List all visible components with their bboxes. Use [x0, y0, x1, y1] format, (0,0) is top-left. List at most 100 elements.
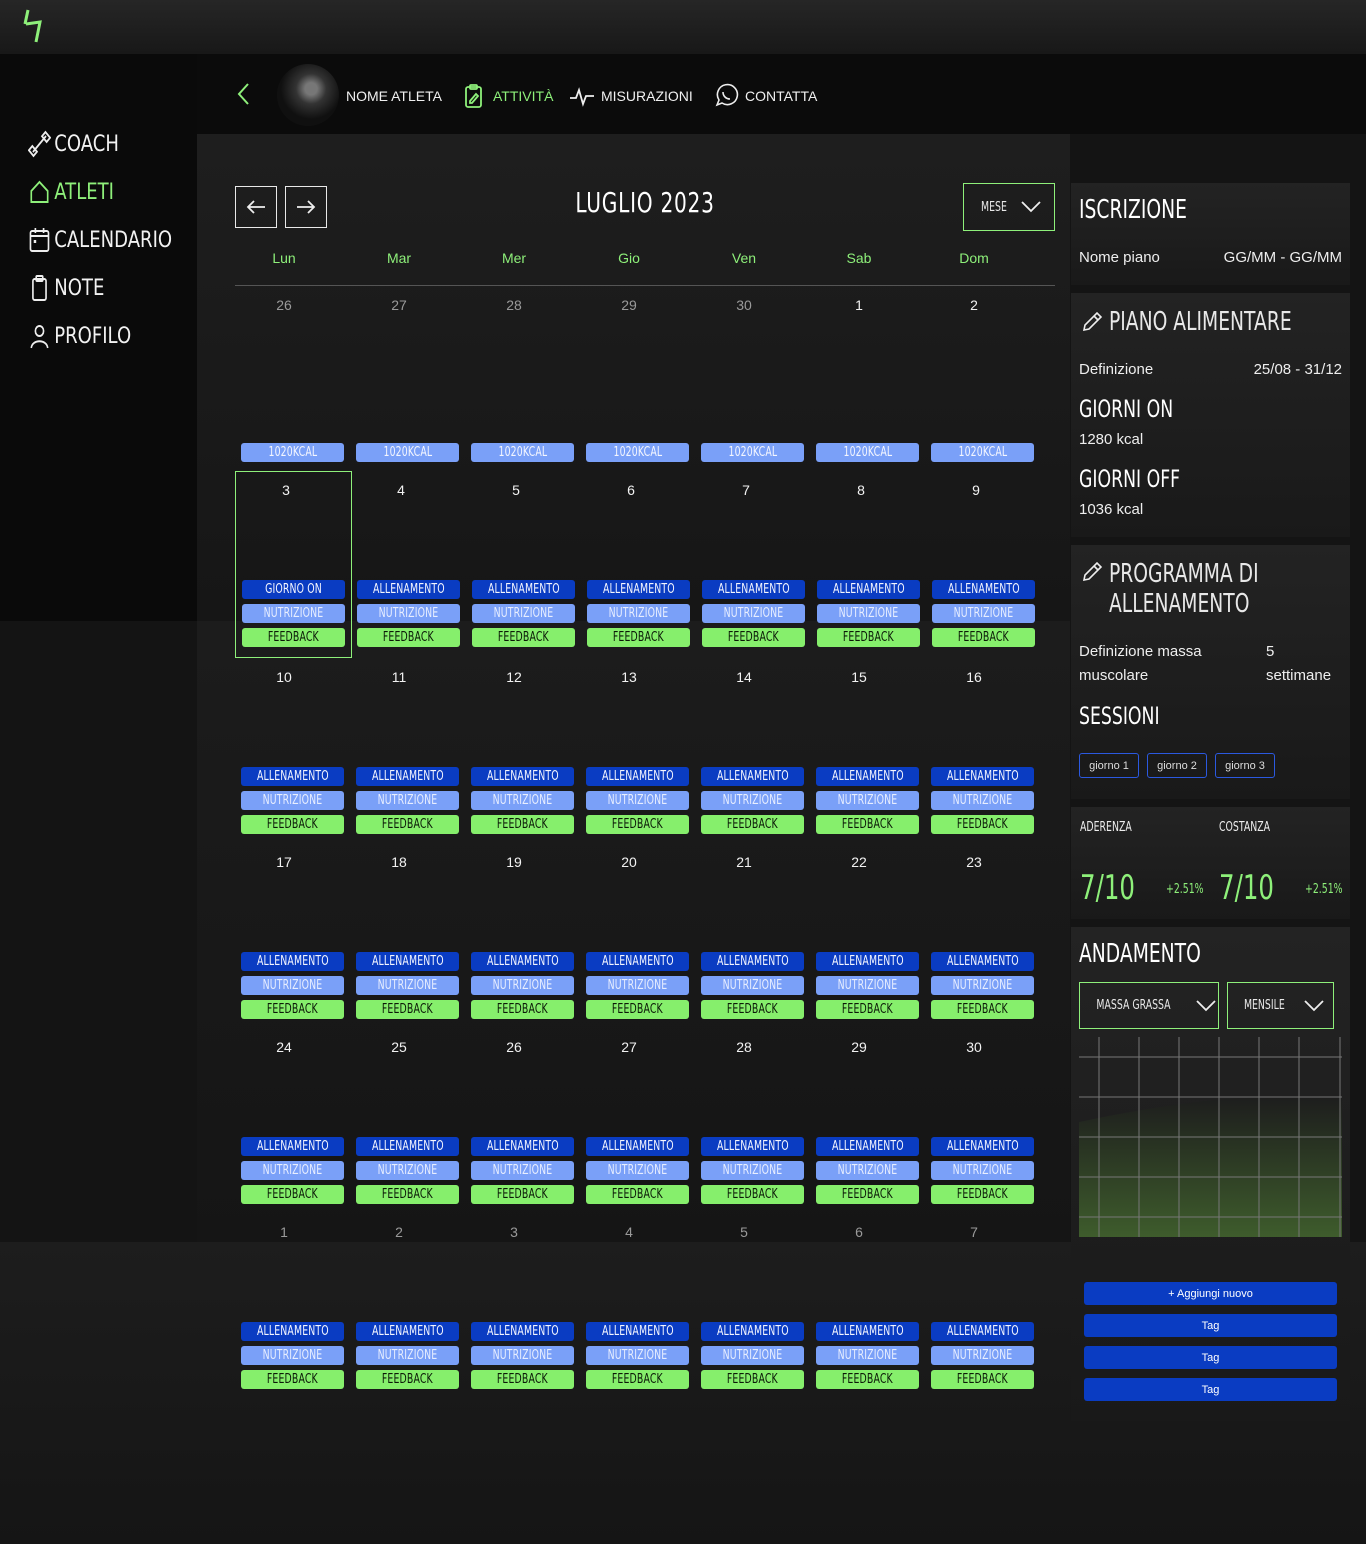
trend-chart[interactable] — [1079, 1037, 1342, 1237]
day-number[interactable]: 28 — [464, 297, 564, 313]
allenamento-tag[interactable]: ALLENAMENTO — [817, 580, 920, 599]
avatar[interactable] — [277, 64, 339, 126]
1020kcal-tag[interactable]: 1020KCAL — [931, 443, 1034, 462]
feedback-tag[interactable]: FEEDBACK — [472, 628, 575, 647]
feedback-tag[interactable]: FEEDBACK — [816, 1185, 919, 1204]
allenamento-tag[interactable]: ALLENAMENTO — [932, 580, 1035, 599]
nutrizione-tag[interactable]: NUTRIZIONE — [586, 1161, 689, 1180]
day-number[interactable]: 17 — [234, 854, 334, 870]
day-number[interactable]: 9 — [926, 482, 1026, 498]
day-number[interactable]: 25 — [349, 1039, 449, 1055]
nutrizione-tag[interactable]: NUTRIZIONE — [587, 604, 690, 623]
allenamento-tag[interactable]: ALLENAMENTO — [356, 1137, 459, 1156]
day-number[interactable]: 30 — [694, 297, 794, 313]
1020kcal-tag[interactable]: 1020KCAL — [816, 443, 919, 462]
day-number[interactable]: 22 — [809, 854, 909, 870]
allenamento-tag[interactable]: ALLENAMENTO — [931, 952, 1034, 971]
nutrizione-tag[interactable]: NUTRIZIONE — [241, 791, 344, 810]
day-number[interactable]: 6 — [581, 482, 681, 498]
period-select[interactable]: MENSILE — [1227, 982, 1334, 1029]
day-number[interactable]: 16 — [924, 669, 1024, 685]
sidebar-item-note[interactable]: NOTE — [28, 272, 104, 304]
nutrizione-tag[interactable]: NUTRIZIONE — [471, 1346, 574, 1365]
allenamento-tag[interactable]: ALLENAMENTO — [701, 952, 804, 971]
pencil-icon[interactable] — [1079, 559, 1105, 585]
metric-select[interactable]: MASSA GRASSA — [1079, 982, 1219, 1029]
day-number[interactable]: 29 — [809, 1039, 909, 1055]
allenamento-tag[interactable]: ALLENAMENTO — [701, 767, 804, 786]
allenamento-tag[interactable]: ALLENAMENTO — [241, 1137, 344, 1156]
nutrizione-tag[interactable]: NUTRIZIONE — [586, 1346, 689, 1365]
nutrizione-tag[interactable]: NUTRIZIONE — [472, 604, 575, 623]
nutrizione-tag[interactable]: NUTRIZIONE — [586, 791, 689, 810]
day-number[interactable]: 23 — [924, 854, 1024, 870]
allenamento-tag[interactable]: ALLENAMENTO — [357, 580, 460, 599]
day-number[interactable]: 24 — [234, 1039, 334, 1055]
session-chip[interactable]: giorno 3 — [1215, 753, 1275, 778]
nutrizione-tag[interactable]: NUTRIZIONE — [816, 1346, 919, 1365]
day-number[interactable]: 19 — [464, 854, 564, 870]
nutrizione-tag[interactable]: NUTRIZIONE — [356, 791, 459, 810]
feedback-tag[interactable]: FEEDBACK — [816, 1370, 919, 1389]
nutrizione-tag[interactable]: NUTRIZIONE — [701, 976, 804, 995]
day-number[interactable]: 21 — [694, 854, 794, 870]
feedback-tag[interactable]: FEEDBACK — [241, 1185, 344, 1204]
nutrizione-tag[interactable]: NUTRIZIONE — [931, 791, 1034, 810]
feedback-tag[interactable]: FEEDBACK — [356, 1370, 459, 1389]
allenamento-tag[interactable]: ALLENAMENTO — [356, 952, 459, 971]
1020kcal-tag[interactable]: 1020KCAL — [241, 443, 344, 462]
feedback-tag[interactable]: FEEDBACK — [701, 1370, 804, 1389]
allenamento-tag[interactable]: ALLENAMENTO — [586, 1322, 689, 1341]
day-number[interactable]: 15 — [809, 669, 909, 685]
allenamento-tag[interactable]: ALLENAMENTO — [701, 1322, 804, 1341]
allenamento-tag[interactable]: ALLENAMENTO — [586, 1137, 689, 1156]
view-select[interactable]: MESE — [963, 183, 1055, 231]
allenamento-tag[interactable]: ALLENAMENTO — [816, 1322, 919, 1341]
allenamento-tag[interactable]: ALLENAMENTO — [702, 580, 805, 599]
feedback-tag[interactable]: FEEDBACK — [816, 1000, 919, 1019]
allenamento-tag[interactable]: ALLENAMENTO — [241, 952, 344, 971]
nutrizione-tag[interactable]: NUTRIZIONE — [242, 604, 345, 623]
feedback-tag[interactable]: FEEDBACK — [931, 1185, 1034, 1204]
back-chevron-icon[interactable] — [236, 80, 252, 108]
feedback-tag[interactable]: FEEDBACK — [931, 1370, 1034, 1389]
1020kcal-tag[interactable]: 1020KCAL — [471, 443, 574, 462]
nutrizione-tag[interactable]: NUTRIZIONE — [702, 604, 805, 623]
day-number[interactable]: 14 — [694, 669, 794, 685]
nutrizione-tag[interactable]: NUTRIZIONE — [356, 1346, 459, 1365]
nutrizione-tag[interactable]: NUTRIZIONE — [241, 1346, 344, 1365]
allenamento-tag[interactable]: ALLENAMENTO — [356, 1322, 459, 1341]
sidebar-item-profilo[interactable]: PROFILO — [28, 320, 131, 352]
allenamento-tag[interactable]: ALLENAMENTO — [931, 1137, 1034, 1156]
feedback-tag[interactable]: FEEDBACK — [931, 815, 1034, 834]
allenamento-tag[interactable]: GIORNO ON — [242, 580, 345, 599]
feedback-tag[interactable]: FEEDBACK — [817, 628, 920, 647]
tag-button[interactable]: Tag — [1084, 1378, 1337, 1401]
pencil-icon[interactable] — [1079, 309, 1105, 335]
feedback-tag[interactable]: FEEDBACK — [241, 1000, 344, 1019]
day-number[interactable]: 8 — [811, 482, 911, 498]
feedback-tag[interactable]: FEEDBACK — [702, 628, 805, 647]
nutrizione-tag[interactable]: NUTRIZIONE — [932, 604, 1035, 623]
feedback-tag[interactable]: FEEDBACK — [241, 1370, 344, 1389]
feedback-tag[interactable]: FEEDBACK — [356, 1000, 459, 1019]
day-number[interactable]: 7 — [696, 482, 796, 498]
feedback-tag[interactable]: FEEDBACK — [241, 815, 344, 834]
tag-button[interactable]: Tag — [1084, 1346, 1337, 1369]
nutrizione-tag[interactable]: NUTRIZIONE — [816, 791, 919, 810]
day-number[interactable]: 13 — [579, 669, 679, 685]
day-number[interactable]: 26 — [464, 1039, 564, 1055]
nutrizione-tag[interactable]: NUTRIZIONE — [931, 1161, 1034, 1180]
nutrizione-tag[interactable]: NUTRIZIONE — [701, 1161, 804, 1180]
day-number[interactable]: 5 — [466, 482, 566, 498]
feedback-tag[interactable]: FEEDBACK — [586, 1185, 689, 1204]
allenamento-tag[interactable]: ALLENAMENTO — [587, 580, 690, 599]
nutrizione-tag[interactable]: NUTRIZIONE — [471, 791, 574, 810]
nutrizione-tag[interactable]: NUTRIZIONE — [357, 604, 460, 623]
feedback-tag[interactable]: FEEDBACK — [471, 1185, 574, 1204]
feedback-tag[interactable]: FEEDBACK — [242, 628, 345, 647]
feedback-tag[interactable]: FEEDBACK — [586, 1000, 689, 1019]
day-number[interactable]: 27 — [349, 297, 449, 313]
feedback-tag[interactable]: FEEDBACK — [357, 628, 460, 647]
allenamento-tag[interactable]: ALLENAMENTO — [931, 767, 1034, 786]
